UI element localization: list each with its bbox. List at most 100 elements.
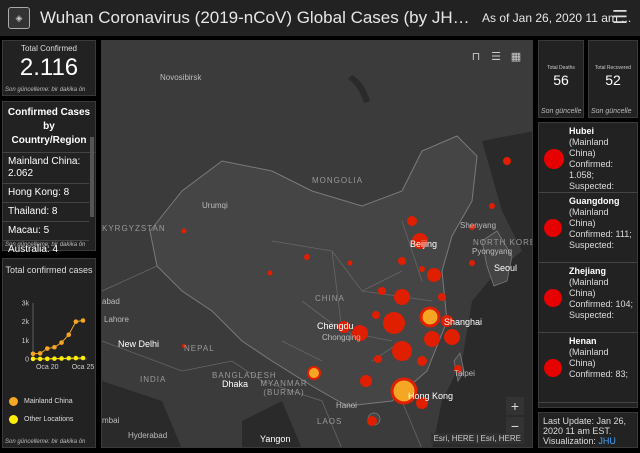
case-marker-tianjin[interactable] <box>407 216 417 226</box>
map-label: Urumqi <box>202 201 228 210</box>
region-item[interactable]: Henan (Mainland China) Confirmed: 83; <box>539 333 637 403</box>
country-list-heading: Confirmed Cases by Country/Region <box>3 102 95 153</box>
case-marker-fujian[interactable] <box>417 356 427 366</box>
region-marker-icon <box>544 149 564 169</box>
total-confirmed-panel: Total Confirmed 2.116 Son güncelleme: bi… <box>2 40 96 96</box>
region-name: Guangdong <box>569 196 620 206</box>
case-marker-jiangxi[interactable] <box>424 331 440 347</box>
country-row[interactable]: Mainland China: 2.062 <box>3 153 89 184</box>
map-canvas[interactable] <box>102 41 533 448</box>
total-confirmed-value: 2.116 <box>19 54 79 81</box>
total-recovered-panel: Total Recovered 52 Son güncelle <box>588 40 638 118</box>
case-marker-gansu[interactable] <box>304 254 310 260</box>
region-detail: (Mainland China) <box>569 207 609 228</box>
map-label: Novosibirsk <box>160 73 202 82</box>
region-item[interactable]: Zhejiang (Mainland China) Confirmed: 104… <box>539 263 637 333</box>
legend-other-locations: Other Locations <box>9 415 73 424</box>
total-confirmed-label: Total Confirmed <box>20 44 78 53</box>
map-label: Beijing <box>410 239 438 249</box>
confirmed-cases-chart: 0 1k 2k 3k Oca 20 Oca 25 <box>22 301 95 372</box>
region-item[interactable]: Guangdong (Mainland China) Confirmed: 11… <box>539 193 637 263</box>
case-marker-jilin[interactable] <box>489 203 495 209</box>
case-marker-anhui[interactable] <box>438 293 446 301</box>
case-marker-zhejiang[interactable] <box>419 306 441 328</box>
case-marker-ningxia[interactable] <box>347 260 353 266</box>
map-view[interactable]: Novosibirsk MONGOLIA Urumqi KYRGYZSTAN S… <box>101 40 533 448</box>
case-marker-hainan[interactable] <box>367 416 377 426</box>
case-marker-hunan[interactable] <box>392 341 412 361</box>
map-label: MONGOLIA <box>312 176 364 185</box>
legend-mainland-china: Mainland China <box>9 397 73 406</box>
data-point[interactable] <box>30 351 36 357</box>
country-row[interactable]: Hong Kong: 8 <box>3 184 89 203</box>
case-marker-shaanxi[interactable] <box>378 287 386 295</box>
update-note: Son güncelleme: bir dakika ön <box>5 242 86 248</box>
region-list-panel[interactable]: Hubei (Mainland China) Confirmed: 1.058;… <box>538 122 638 408</box>
page-title: Wuhan Coronavirus (2019-nCoV) Global Cas… <box>40 8 470 27</box>
legend-list-icon[interactable]: ☰ <box>488 49 504 65</box>
region-item[interactable]: Hubei (Mainland China) Confirmed: 1.058;… <box>539 123 637 193</box>
bookmark-icon[interactable]: ⊓ <box>468 49 484 65</box>
data-point[interactable] <box>44 346 50 351</box>
data-point[interactable] <box>66 332 72 338</box>
update-note: Son güncelle <box>541 108 582 115</box>
visualization-link[interactable]: JHU <box>598 436 616 446</box>
case-marker-shandong[interactable] <box>427 268 441 282</box>
case-marker-guizhou[interactable] <box>374 355 382 363</box>
data-point[interactable] <box>73 319 79 324</box>
case-marker-hebei[interactable] <box>398 257 406 265</box>
zoom-in-button[interactable]: + <box>506 397 524 415</box>
country-list-scrollbar[interactable] <box>90 137 94 217</box>
map-label: abad <box>102 297 120 306</box>
data-point[interactable] <box>59 356 64 361</box>
country-row[interactable]: Thailand: 8 <box>3 203 89 222</box>
region-confirmed: Confirmed: 111; <box>569 229 632 239</box>
data-point[interactable] <box>30 356 36 362</box>
case-marker-henan[interactable] <box>394 289 410 305</box>
last-update-text: Last Update: Jan 26, 2020 11 am EST. <box>543 416 627 436</box>
map-label: Taipei <box>454 369 475 378</box>
region-marker-icon <box>544 359 562 377</box>
case-marker-shanxi[interactable] <box>419 266 425 272</box>
case-marker-guangxi[interactable] <box>360 375 372 387</box>
case-marker-jiangsu[interactable] <box>444 329 460 345</box>
region-detail: (Mainland China) <box>569 347 609 368</box>
data-point[interactable] <box>44 356 50 362</box>
hamburger-menu-icon[interactable]: ☰ <box>612 7 628 28</box>
case-marker-heilongjiang[interactable] <box>503 157 511 165</box>
data-point[interactable] <box>73 355 79 361</box>
case-marker-hubei[interactable] <box>383 312 405 334</box>
map-label: Hyderabad <box>128 431 168 440</box>
region-confirmed: Confirmed: 1.058; <box>569 159 614 180</box>
jhu-logo-icon: ◈ <box>8 7 30 29</box>
case-marker-korea[interactable] <box>469 260 475 266</box>
region-confirmed: Confirmed: 83; <box>569 369 629 379</box>
case-marker-hubei-west[interactable] <box>372 311 380 319</box>
case-marker-yunnan[interactable] <box>307 366 321 380</box>
country-row[interactable]: Macau: 5 <box>3 222 89 241</box>
legend-dot <box>9 415 18 424</box>
data-point[interactable] <box>52 344 57 350</box>
region-marker-icon <box>544 289 562 307</box>
region-marker-icon <box>544 219 562 237</box>
x-tick-label: Oca 25 <box>72 364 95 371</box>
map-label: Chongqing <box>322 333 361 342</box>
map-label: Chengdu <box>317 321 354 331</box>
app-header: ◈ Wuhan Coronavirus (2019-nCoV) Global C… <box>0 0 640 36</box>
y-tick-label: 1k <box>22 338 30 345</box>
data-point[interactable] <box>37 351 43 356</box>
data-point[interactable] <box>37 356 43 362</box>
data-point[interactable] <box>80 355 86 361</box>
case-marker-qinghai[interactable] <box>267 270 273 276</box>
data-point[interactable] <box>52 356 57 361</box>
map-label: Hong Kong <box>408 391 454 401</box>
map-label: LAOS <box>317 417 343 426</box>
data-point[interactable] <box>66 355 72 361</box>
data-point[interactable] <box>80 318 86 323</box>
update-note: Son güncelleme: bir dakika ön <box>5 87 86 93</box>
basemap-gallery-icon[interactable]: ▦ <box>508 49 524 65</box>
data-point[interactable] <box>59 340 64 345</box>
map-label: CHINA <box>315 294 345 303</box>
case-marker-xinjiang[interactable] <box>181 228 187 234</box>
map-label: Shanghai <box>444 317 483 327</box>
